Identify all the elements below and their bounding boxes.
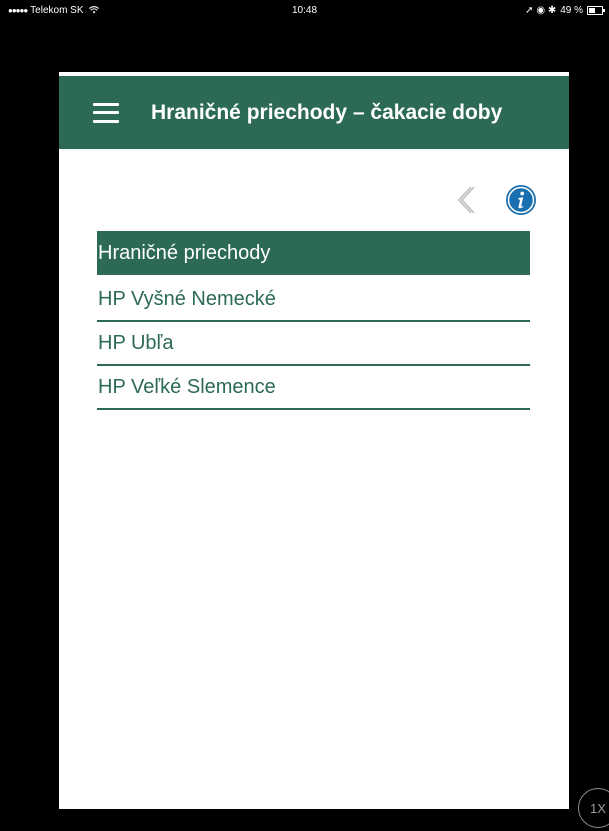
list-item-ubla[interactable]: HP Ubľa (97, 322, 530, 366)
list-header: Hraničné priechody (97, 231, 530, 275)
info-icon[interactable] (505, 184, 537, 216)
list-item-vysne-nemecke[interactable]: HP Vyšné Nemecké (97, 278, 530, 322)
status-bar: ●●●●● Telekom SK 10:48 ➚ ◉ ✱ 49 % (0, 0, 609, 46)
toolbar (59, 180, 569, 220)
hamburger-menu-icon[interactable] (93, 102, 119, 123)
zoom-badge[interactable]: 1X (578, 788, 609, 828)
app-window: Hraničné priechody – čakacie doby Hranič… (59, 72, 569, 809)
status-time: 10:48 (291, 5, 318, 16)
status-right: ➚ ◉ ✱ 49 % (525, 5, 605, 16)
list-item-velke-slemence[interactable]: HP Veľké Slemence (97, 366, 530, 410)
app-bar: Hraničné priechody – čakacie doby (59, 76, 569, 149)
chevron-left-icon[interactable] (455, 185, 477, 215)
battery-percentage: 49 % (560, 5, 583, 16)
status-icons: ➚ ◉ ✱ (525, 5, 557, 16)
battery-icon (587, 6, 605, 15)
border-crossings-list: Hraničné priechody HP Vyšné Nemecké HP U… (97, 231, 530, 410)
page-title: Hraničné priechody – čakacie doby (151, 100, 503, 124)
